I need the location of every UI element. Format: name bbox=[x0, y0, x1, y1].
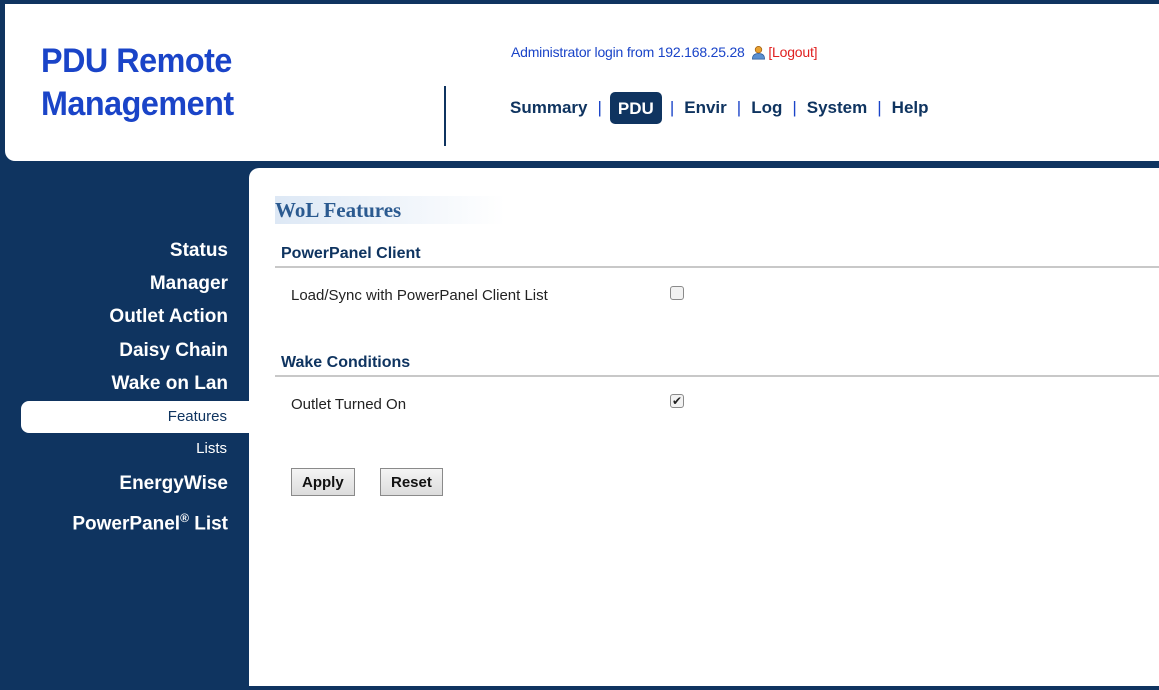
header-divider bbox=[444, 86, 446, 146]
logo-line-1: PDU Remote bbox=[41, 42, 232, 80]
page-title: WoL Features bbox=[275, 196, 505, 224]
header: PDU Remote Management Administrator logi… bbox=[5, 4, 1159, 161]
apply-button[interactable]: Apply bbox=[291, 468, 355, 496]
reset-button[interactable]: Reset bbox=[380, 468, 443, 496]
powerpanel-list-suffix: List bbox=[188, 513, 228, 535]
logout-link[interactable]: [Logout] bbox=[768, 44, 817, 60]
sidebar-subitem-features[interactable]: Features bbox=[21, 401, 249, 433]
section-divider bbox=[275, 375, 1159, 377]
sidebar-item-manager[interactable]: Manager bbox=[150, 273, 228, 295]
sidebar-item-wake-on-lan[interactable]: Wake on Lan bbox=[112, 373, 228, 395]
outlet-turned-on-label: Outlet Turned On bbox=[291, 396, 407, 413]
top-nav: Summary | PDU | Envir | Log | System | H… bbox=[510, 92, 929, 124]
registered-mark: ® bbox=[180, 511, 189, 525]
sidebar-item-powerpanel-list[interactable]: PowerPanel® List bbox=[72, 511, 228, 535]
nav-envir[interactable]: Envir bbox=[684, 98, 727, 118]
sidebar: Status Manager Outlet Action Daisy Chain… bbox=[5, 161, 249, 690]
sidebar-item-energywise[interactable]: EnergyWise bbox=[119, 473, 228, 495]
nav-separator: | bbox=[597, 98, 602, 117]
nav-system[interactable]: System bbox=[807, 98, 867, 118]
sidebar-subitem-lists[interactable]: Lists bbox=[196, 440, 227, 457]
load-sync-label: Load/Sync with PowerPanel Client List bbox=[291, 287, 548, 304]
logo-line-2: Management bbox=[41, 85, 234, 123]
sidebar-item-daisy-chain[interactable]: Daisy Chain bbox=[119, 340, 228, 362]
user-icon bbox=[752, 46, 766, 60]
main-content: WoL Features PowerPanel Client Load/Sync… bbox=[249, 168, 1159, 686]
section-title-wake-conditions: Wake Conditions bbox=[281, 354, 411, 371]
nav-separator: | bbox=[792, 98, 797, 117]
nav-summary[interactable]: Summary bbox=[510, 98, 587, 118]
nav-separator: | bbox=[669, 98, 675, 117]
page-frame: PDU Remote Management Administrator logi… bbox=[0, 0, 1159, 690]
login-text: Administrator login from 192.168.25.28 bbox=[511, 44, 745, 60]
outlet-turned-on-checkbox[interactable]: ✔ bbox=[670, 394, 684, 408]
login-info: Administrator login from 192.168.25.28 [… bbox=[511, 44, 818, 60]
sidebar-item-outlet-action[interactable]: Outlet Action bbox=[109, 306, 228, 328]
nav-separator: | bbox=[877, 98, 882, 117]
load-sync-checkbox[interactable] bbox=[670, 286, 684, 300]
nav-help[interactable]: Help bbox=[892, 98, 929, 118]
section-title-powerpanel-client: PowerPanel Client bbox=[281, 245, 421, 262]
section-divider bbox=[275, 266, 1159, 268]
sidebar-item-status[interactable]: Status bbox=[170, 240, 228, 262]
nav-pdu[interactable]: PDU bbox=[609, 92, 662, 124]
powerpanel-list-prefix: PowerPanel bbox=[72, 513, 181, 535]
nav-log[interactable]: Log bbox=[751, 98, 782, 118]
nav-separator: | bbox=[736, 98, 742, 117]
logo: PDU Remote Management bbox=[41, 40, 234, 126]
